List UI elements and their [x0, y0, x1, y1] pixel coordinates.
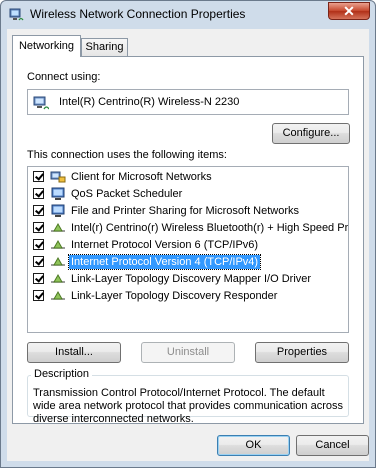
- item-checkbox[interactable]: [33, 239, 44, 250]
- title-bar[interactable]: Wireless Network Connection Properties ✕: [1, 1, 375, 29]
- list-item[interactable]: Link-Layer Topology Discovery Responder: [29, 288, 347, 305]
- network-client-icon: [50, 171, 66, 183]
- items-list[interactable]: Client for Microsoft Networks QoS Packet…: [27, 166, 349, 333]
- item-label: Link-Layer Topology Discovery Mapper I/O…: [71, 273, 312, 285]
- properties-button[interactable]: Properties: [255, 342, 349, 363]
- item-checkbox[interactable]: [33, 273, 44, 284]
- item-checkbox[interactable]: [33, 290, 44, 301]
- list-item[interactable]: File and Printer Sharing for Microsoft N…: [29, 203, 347, 220]
- network-service-icon: [51, 204, 65, 217]
- list-item[interactable]: Link-Layer Topology Discovery Mapper I/O…: [29, 271, 347, 288]
- list-item-selected[interactable]: Internet Protocol Version 4 (TCP/IPv4): [29, 254, 347, 271]
- item-checkbox[interactable]: [33, 205, 44, 216]
- dialog-client: Networking Sharing Connect using: Intel(…: [7, 29, 369, 461]
- properties-window: Wireless Network Connection Properties ✕…: [0, 0, 376, 468]
- list-item[interactable]: Client for Microsoft Networks: [29, 169, 347, 186]
- adapter-name: Intel(R) Centrino(R) Wireless-N 2230: [59, 96, 240, 108]
- item-checkbox[interactable]: [33, 171, 44, 182]
- list-item[interactable]: Internet Protocol Version 6 (TCP/IPv6): [29, 237, 347, 254]
- window-title: Wireless Network Connection Properties: [30, 7, 246, 21]
- networking-panel: Connect using: Intel(R) Centrino(R) Wire…: [12, 56, 364, 425]
- item-label: Link-Layer Topology Discovery Responder: [71, 290, 278, 302]
- connect-using-label: Connect using:: [27, 71, 101, 83]
- tab-sharing[interactable]: Sharing: [81, 38, 128, 57]
- tab-networking[interactable]: Networking: [12, 35, 81, 57]
- item-checkbox[interactable]: [33, 256, 44, 267]
- list-item[interactable]: QoS Packet Scheduler: [29, 186, 347, 203]
- adapter-field: Intel(R) Centrino(R) Wireless-N 2230: [27, 89, 349, 115]
- description-text: Transmission Control Protocol/Internet P…: [33, 387, 343, 425]
- uninstall-button[interactable]: Uninstall: [141, 342, 235, 363]
- close-button[interactable]: ✕: [328, 2, 370, 20]
- item-checkbox[interactable]: [33, 222, 44, 233]
- item-label: File and Printer Sharing for Microsoft N…: [71, 205, 300, 217]
- protocol-icon: [51, 290, 65, 300]
- list-item[interactable]: Intel(r) Centrino(r) Wireless Bluetooth(…: [29, 220, 349, 237]
- install-button[interactable]: Install...: [27, 342, 121, 363]
- network-service-icon: [51, 187, 65, 200]
- item-label: Client for Microsoft Networks: [71, 171, 212, 183]
- item-label: Internet Protocol Version 4 (TCP/IPv4): [67, 254, 262, 270]
- protocol-icon: [51, 222, 65, 232]
- item-checkbox[interactable]: [33, 188, 44, 199]
- item-label: Internet Protocol Version 6 (TCP/IPv6): [71, 239, 259, 251]
- network-adapter-icon: [33, 96, 49, 110]
- cancel-button[interactable]: Cancel: [296, 435, 369, 456]
- ok-button[interactable]: OK: [217, 435, 290, 456]
- protocol-icon: [51, 256, 65, 266]
- configure-button[interactable]: Configure...: [272, 123, 350, 144]
- description-title: Description: [31, 368, 93, 380]
- protocol-icon: [51, 239, 65, 249]
- network-connection-icon: [9, 8, 24, 21]
- items-label: This connection uses the following items…: [27, 149, 227, 161]
- protocol-icon: [51, 273, 65, 283]
- close-icon: ✕: [343, 3, 355, 19]
- item-label: QoS Packet Scheduler: [71, 188, 183, 200]
- item-label: Intel(r) Centrino(r) Wireless Bluetooth(…: [71, 222, 349, 234]
